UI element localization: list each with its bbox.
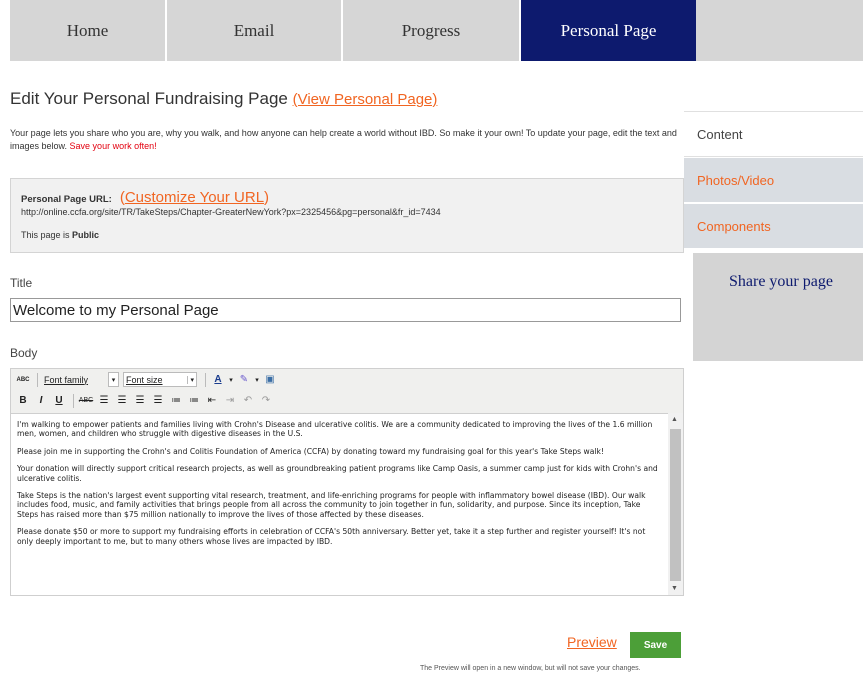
tab-progress[interactable]: Progress	[343, 0, 521, 61]
tab-empty	[696, 0, 863, 61]
align-right-icon[interactable]: ☰	[132, 393, 148, 409]
preview-note: The Preview will open in a new window, b…	[420, 665, 641, 672]
toolbar-row-1: ABC Font family ▾ Font size ▾ A ▾ ✎ ▾ ▣	[11, 369, 683, 390]
highlight-dropdown-icon[interactable]: ▾	[254, 372, 260, 388]
customize-url-link[interactable]: (Customize Your URL)	[120, 189, 269, 206]
save-warning: Save your work often!	[69, 141, 157, 151]
editor-content[interactable]: I'm walking to empower patients and fami…	[11, 413, 683, 595]
scroll-down-icon[interactable]: ▼	[671, 585, 678, 592]
font-size-value: Font size	[126, 374, 163, 385]
toolbar-separator	[37, 372, 38, 387]
undo-icon[interactable]: ↶	[240, 393, 256, 409]
page-visibility: This page is Public	[21, 230, 673, 240]
customize-url-text: Customize Your URL	[124, 189, 265, 206]
intro-text: Your page lets you share who you are, wh…	[10, 127, 688, 153]
indent-icon[interactable]: ⇥	[222, 393, 238, 409]
italic-button[interactable]: I	[33, 393, 49, 409]
align-justify-icon[interactable]: ☰	[150, 393, 166, 409]
scroll-up-icon[interactable]: ▲	[671, 416, 678, 423]
top-nav: Home Email Progress Personal Page	[10, 0, 863, 61]
save-button[interactable]: Save	[630, 632, 681, 658]
page-title-text: Edit Your Personal Fundraising Page	[10, 89, 288, 108]
font-family-select[interactable]: Font family	[42, 372, 104, 387]
share-your-page-button[interactable]: Share your page	[693, 253, 863, 361]
page-title: Edit Your Personal Fundraising Page (Vie…	[10, 89, 437, 109]
outdent-icon[interactable]: ⇤	[204, 393, 220, 409]
spellcheck-icon[interactable]: ABC	[15, 372, 31, 388]
personal-url-value: http://online.ccfa.org/site/TR/TakeSteps…	[21, 207, 441, 217]
editor-paragraph: I'm walking to empower patients and fami…	[17, 420, 653, 439]
text-color-dropdown-icon[interactable]: ▾	[228, 372, 234, 388]
sidebar-item-content[interactable]: Content	[684, 111, 863, 157]
editor-paragraph: Take Steps is the nation's largest event…	[17, 491, 646, 519]
rich-text-editor: ABC Font family ▾ Font size ▾ A ▾ ✎ ▾ ▣ …	[10, 368, 684, 596]
editor-paragraph: Please join me in supporting the Crohn's…	[17, 446, 604, 456]
bold-button[interactable]: B	[15, 393, 31, 409]
sidebar-item-photos-video[interactable]: Photos/Video	[684, 157, 863, 203]
customize-close: )	[264, 189, 270, 206]
font-family-value: Font family	[44, 374, 89, 385]
align-center-icon[interactable]: ☰	[114, 393, 130, 409]
underline-button[interactable]: U	[51, 393, 67, 409]
toolbar-row-2: B I U ABC ☰ ☰ ☰ ☰ ≔ ≔ ⇤ ⇥ ↶ ↷	[11, 390, 683, 411]
sidebar-item-components[interactable]: Components	[684, 203, 863, 249]
highlight-color-icon[interactable]: ✎	[236, 372, 252, 388]
scroll-thumb[interactable]	[670, 429, 681, 581]
redo-icon[interactable]: ↷	[258, 393, 274, 409]
strikethrough-icon[interactable]: ABC	[78, 393, 94, 409]
title-label: Title	[10, 276, 33, 290]
chevron-down-icon: ▾	[187, 375, 194, 384]
align-left-icon[interactable]: ☰	[96, 393, 112, 409]
tab-home[interactable]: Home	[10, 0, 167, 61]
numbered-list-icon[interactable]: ≔	[186, 393, 202, 409]
text-color-icon[interactable]: A	[210, 372, 226, 388]
bullet-list-icon[interactable]: ≔	[168, 393, 184, 409]
url-label: Personal Page URL:	[21, 194, 112, 205]
title-input[interactable]	[10, 298, 681, 322]
chevron-down-icon: ▾	[111, 376, 116, 384]
editor-paragraph: Your donation will directly support crit…	[17, 464, 658, 483]
toolbar-separator	[73, 393, 74, 408]
visibility-value: Public	[72, 230, 100, 240]
tab-personal-page[interactable]: Personal Page	[521, 0, 696, 61]
font-family-dropdown[interactable]: ▾	[108, 372, 119, 387]
url-label-row: Personal Page URL: (Customize Your URL)	[21, 189, 673, 206]
visibility-prefix: This page is	[21, 230, 70, 240]
personal-url-box: Personal Page URL: (Customize Your URL) …	[10, 178, 684, 253]
toolbar-separator	[205, 372, 206, 387]
editor-scrollbar[interactable]: ▲ ▼	[668, 413, 683, 595]
font-size-select[interactable]: Font size ▾	[123, 372, 197, 387]
preview-link[interactable]: Preview	[567, 634, 617, 650]
tab-email[interactable]: Email	[167, 0, 343, 61]
view-personal-page-link[interactable]: (View Personal Page)	[293, 91, 438, 108]
editor-paragraph: Please donate $50 or more to support my …	[17, 527, 646, 546]
body-label: Body	[10, 346, 38, 360]
editor-sidebar: Content Photos/Video Components	[684, 111, 863, 249]
paste-icon[interactable]: ▣	[262, 372, 278, 388]
